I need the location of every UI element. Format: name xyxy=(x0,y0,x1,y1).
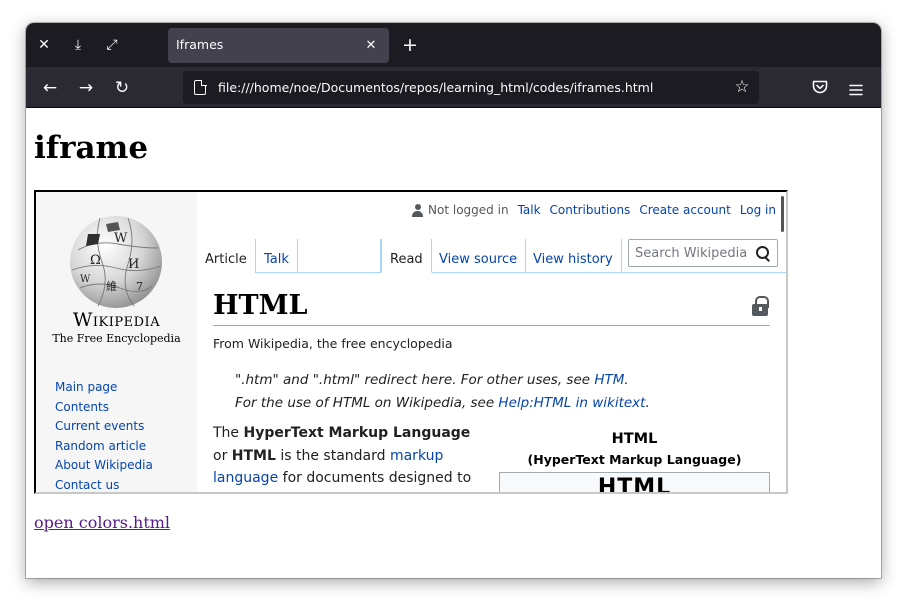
hatnote-redirect-end: . xyxy=(624,372,629,388)
lead-text-4: for documents designed to xyxy=(278,470,472,486)
open-colors-link[interactable]: open colors.html xyxy=(34,513,170,532)
lead-text-3: is the standard xyxy=(275,447,390,464)
svg-text:W: W xyxy=(80,274,91,285)
maximize-window-icon[interactable]: ⤢ xyxy=(100,33,124,57)
page-heading: iframe xyxy=(34,130,149,166)
hatnote-redirect-text: ".htm" and ".html" redirect here. For ot… xyxy=(235,372,595,388)
tab-iframes[interactable]: Iframes ✕ xyxy=(168,28,389,63)
user-icon xyxy=(412,203,424,217)
tab-title: Iframes xyxy=(176,37,224,52)
forward-button[interactable]: → xyxy=(72,75,100,101)
svg-text:維: 維 xyxy=(106,280,117,293)
nav-about-wikipedia[interactable]: About Wikipedia xyxy=(55,456,153,476)
search-icon[interactable] xyxy=(756,246,770,260)
nav-random-article[interactable]: Random article xyxy=(55,437,153,457)
tab-talk[interactable]: Talk xyxy=(255,239,298,273)
close-window-icon[interactable]: ✕ xyxy=(32,33,56,57)
wikipedia-iframe[interactable]: W Ω И 維 7 W Wikipedia The Free Encyclope… xyxy=(34,190,788,494)
back-button[interactable]: ← xyxy=(36,75,64,101)
pocket-icon[interactable] xyxy=(812,80,828,95)
svg-text:W: W xyxy=(114,231,128,246)
infobox-image[interactable]: HTML xyxy=(499,472,770,494)
tab-article[interactable]: Article xyxy=(197,239,255,273)
nav-contents[interactable]: Contents xyxy=(55,398,153,418)
personal-talk-link[interactable]: Talk xyxy=(518,203,541,217)
from-wikipedia: From Wikipedia, the free encyclopedia xyxy=(213,336,453,351)
help-html-link[interactable]: Help:HTML in wikitext xyxy=(498,395,645,411)
wikipedia-tagline: The Free Encyclopedia xyxy=(52,332,181,345)
menu-icon[interactable] xyxy=(849,81,863,96)
log-in-link[interactable]: Log in xyxy=(740,203,776,217)
url-bar[interactable]: file:///home/noe/Documentos/repos/learni… xyxy=(183,71,759,104)
browser-window: ✕ ⤓ ⤢ Iframes ✕ + ← → ↻ file:///home/noe… xyxy=(26,23,881,578)
hatnote-redirect: ".htm" and ".html" redirect here. For ot… xyxy=(235,372,629,388)
not-logged-in-label: Not logged in xyxy=(428,203,509,217)
wikipedia-wordmark[interactable]: Wikipedia xyxy=(36,309,197,331)
tab-bar: ✕ ⤓ ⤢ Iframes ✕ + xyxy=(26,23,881,67)
tab-close-icon[interactable]: ✕ xyxy=(361,34,381,56)
create-account-link[interactable]: Create account xyxy=(639,203,731,217)
nav-current-events[interactable]: Current events xyxy=(55,417,153,437)
wikipedia-nav-list: Main page Contents Current events Random… xyxy=(55,378,153,492)
htm-link[interactable]: HTM xyxy=(594,372,624,388)
tabs-spacer xyxy=(296,239,381,273)
contributions-link[interactable]: Contributions xyxy=(550,203,631,217)
new-tab-button[interactable]: + xyxy=(399,34,421,56)
tab-read[interactable]: Read xyxy=(381,239,432,273)
lead-bold-html: HTML xyxy=(231,447,276,464)
url-text[interactable]: file:///home/noe/Documentos/repos/learni… xyxy=(218,80,653,95)
wikipedia-search[interactable] xyxy=(628,239,778,267)
wikipedia-sidebar: W Ω И 維 7 W Wikipedia The Free Encyclope… xyxy=(36,192,197,492)
reload-button[interactable]: ↻ xyxy=(108,75,136,101)
iframe-scrollbar[interactable] xyxy=(781,196,784,232)
article-lead-paragraph: The HyperText Markup Language or HTML is… xyxy=(213,422,485,490)
svg-text:И: И xyxy=(128,257,139,272)
html-logo-image: HTML xyxy=(597,475,672,494)
personal-tools: Not logged in Talk Contributions Create … xyxy=(412,203,776,217)
lead-text-1: The xyxy=(213,425,244,441)
lead-text-2: or xyxy=(213,447,232,464)
wikipedia-globe-logo[interactable]: W Ω И 維 7 W xyxy=(66,210,166,310)
tab-view-history[interactable]: View history xyxy=(525,239,622,273)
page-content: iframe W Ω И 維 7 W Wikipedia The Free En… xyxy=(26,108,881,578)
wikipedia-search-input[interactable] xyxy=(635,246,751,261)
navigation-toolbar: ← → ↻ file:///home/noe/Documentos/repos/… xyxy=(26,67,881,108)
hatnote-wikitext-end: . xyxy=(645,395,650,411)
lead-bold-hypertext: HyperText Markup Language xyxy=(243,425,471,441)
lock-keyhole xyxy=(759,307,762,311)
hatnote-wikitext: For the use of HTML on Wikipedia, see He… xyxy=(235,395,650,411)
wikipedia-page: W Ω И 維 7 W Wikipedia The Free Encyclope… xyxy=(36,192,786,492)
infobox-subtitle: (HyperText Markup Language) xyxy=(527,452,742,467)
hatnote-wikitext-text: For the use of HTML on Wikipedia, see xyxy=(235,395,499,411)
lock-icon[interactable] xyxy=(752,296,769,316)
tab-view-source[interactable]: View source xyxy=(431,239,527,273)
infobox-title: HTML xyxy=(611,431,658,447)
not-logged-in: Not logged in xyxy=(412,203,509,217)
svg-text:7: 7 xyxy=(136,280,143,293)
minimize-window-icon[interactable]: ⤓ xyxy=(66,33,90,57)
svg-text:Ω: Ω xyxy=(90,253,101,268)
page-icon xyxy=(194,79,207,95)
bookmark-star-icon[interactable]: ☆ xyxy=(732,77,752,97)
article-title: HTML xyxy=(213,290,770,326)
nav-contact-us[interactable]: Contact us xyxy=(55,476,153,492)
nav-main-page[interactable]: Main page xyxy=(55,378,153,398)
